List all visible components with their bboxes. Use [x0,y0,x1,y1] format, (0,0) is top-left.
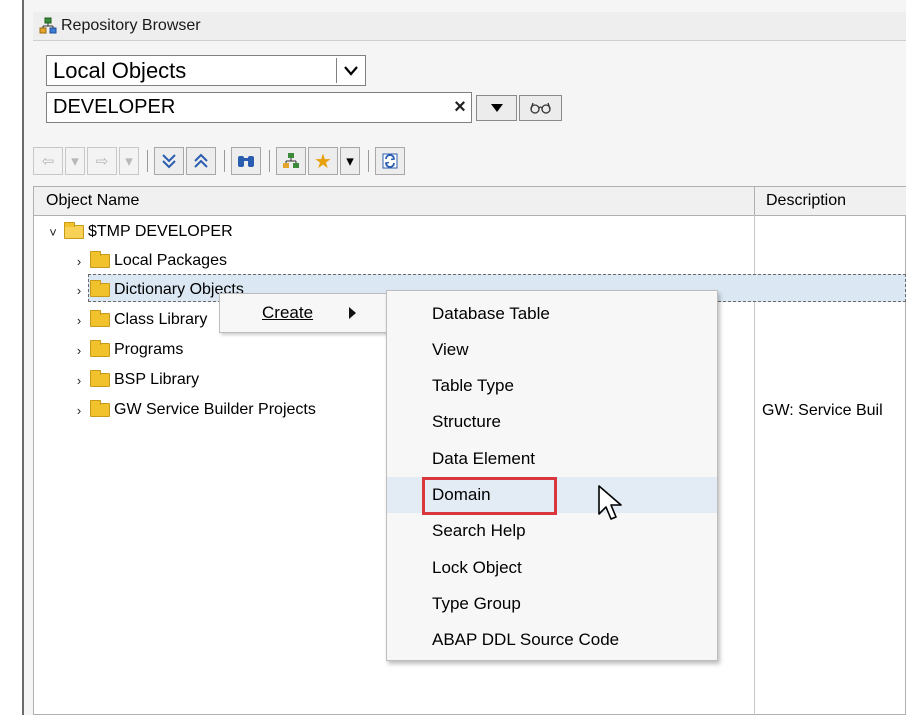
menu-item-search-help[interactable]: Search Help [387,513,717,549]
hierarchy-icon[interactable] [276,147,306,175]
column-resize-handle[interactable] [754,187,755,215]
display-button[interactable] [519,95,562,121]
triangle-down-icon [490,104,503,112]
grid-header: Object Name Description [34,187,906,216]
window-title: Repository Browser [61,17,201,34]
object-list-value: Local Objects [53,57,187,83]
tree-node-local-packages[interactable]: › Local Packages [72,247,227,275]
submenu-arrow-icon [349,307,370,319]
context-menu: Create [219,293,389,333]
tree-node-programs[interactable]: › Programs [72,336,183,364]
tree-node-label: GW Service Builder Projects [114,401,316,418]
user-name-value: DEVELOPER [53,96,176,118]
menu-item-data-element[interactable]: Data Element [387,441,717,477]
chevron-right-icon[interactable]: › [72,254,86,269]
tree-node-gw-service-builder[interactable]: › GW Service Builder Projects [72,396,316,424]
repository-tree-icon [39,17,57,34]
chevron-right-icon[interactable]: › [72,373,86,388]
menu-item-database-table[interactable]: Database Table [387,296,717,332]
chevron-right-icon[interactable]: › [72,283,86,298]
toolbar-separator [224,150,225,172]
open-folder-icon [64,222,84,239]
chevron-right-icon[interactable]: › [72,403,86,418]
forward-history-dropdown[interactable]: ▾ [119,147,139,175]
toolbar-separator [368,150,369,172]
folder-icon [90,370,110,387]
mouse-pointer-icon [598,485,622,520]
glasses-icon [529,102,551,114]
create-submenu: Database Table View Table Type Structure… [386,290,718,661]
left-border [0,0,24,715]
folder-icon [90,340,110,357]
refresh-icon[interactable] [375,147,405,175]
user-name-field[interactable]: DEVELOPER × [46,92,472,123]
tree-node-label: Local Packages [114,252,227,269]
title-bar: Repository Browser [33,12,906,41]
tree-node-label: Class Library [114,311,208,328]
back-arrow-icon[interactable]: ⇦ [33,147,63,175]
menu-item-table-type[interactable]: Table Type [387,368,717,404]
toolbar-separator [269,150,270,172]
menu-item-lock-object[interactable]: Lock Object [387,550,717,586]
chevron-down-icon[interactable]: ˅ [46,225,60,240]
menu-item-view[interactable]: View [387,332,717,368]
browser-toolbar: ⇦ ▾ ⇨ ▾ ★ ▾ [33,144,407,178]
chevron-down-icon[interactable] [336,58,365,83]
highlight-box [422,477,557,515]
tree-node-label: $TMP DEVELOPER [88,223,233,240]
find-icon[interactable] [231,147,261,175]
column-header-description[interactable]: Description [766,192,846,210]
tree-node-class-library[interactable]: › Class Library [72,306,207,334]
tree-node-bsp-library[interactable]: › BSP Library [72,366,199,394]
menu-item-abap-ddl-source-code[interactable]: ABAP DDL Source Code [387,622,717,658]
folder-icon [90,280,110,297]
folder-icon [90,400,110,417]
collapse-all-icon[interactable] [186,147,216,175]
favorites-dropdown[interactable]: ▾ [340,147,360,175]
chevron-right-icon[interactable]: › [72,343,86,358]
menu-item-type-group[interactable]: Type Group [387,586,717,622]
object-list-select[interactable]: Local Objects [46,55,366,86]
column-header-object-name[interactable]: Object Name [46,192,139,210]
menu-item-structure[interactable]: Structure [387,404,717,440]
folder-icon [90,251,110,268]
expand-all-icon[interactable] [154,147,184,175]
tree-node-tmp-developer[interactable]: ˅ $TMP DEVELOPER [46,218,233,246]
chevron-right-icon[interactable]: › [72,313,86,328]
favorites-icon[interactable]: ★ [308,147,338,175]
close-icon[interactable]: × [449,96,471,119]
user-dropdown-button[interactable] [476,95,517,121]
tree-node-label: Programs [114,341,184,358]
menu-item-create[interactable]: Create [262,303,349,323]
toolbar-separator [147,150,148,172]
tree-node-label: BSP Library [114,371,200,388]
row-description: GW: Service Buil [762,402,883,419]
folder-icon [90,310,110,327]
forward-arrow-icon[interactable]: ⇨ [87,147,117,175]
back-history-dropdown[interactable]: ▾ [65,147,85,175]
